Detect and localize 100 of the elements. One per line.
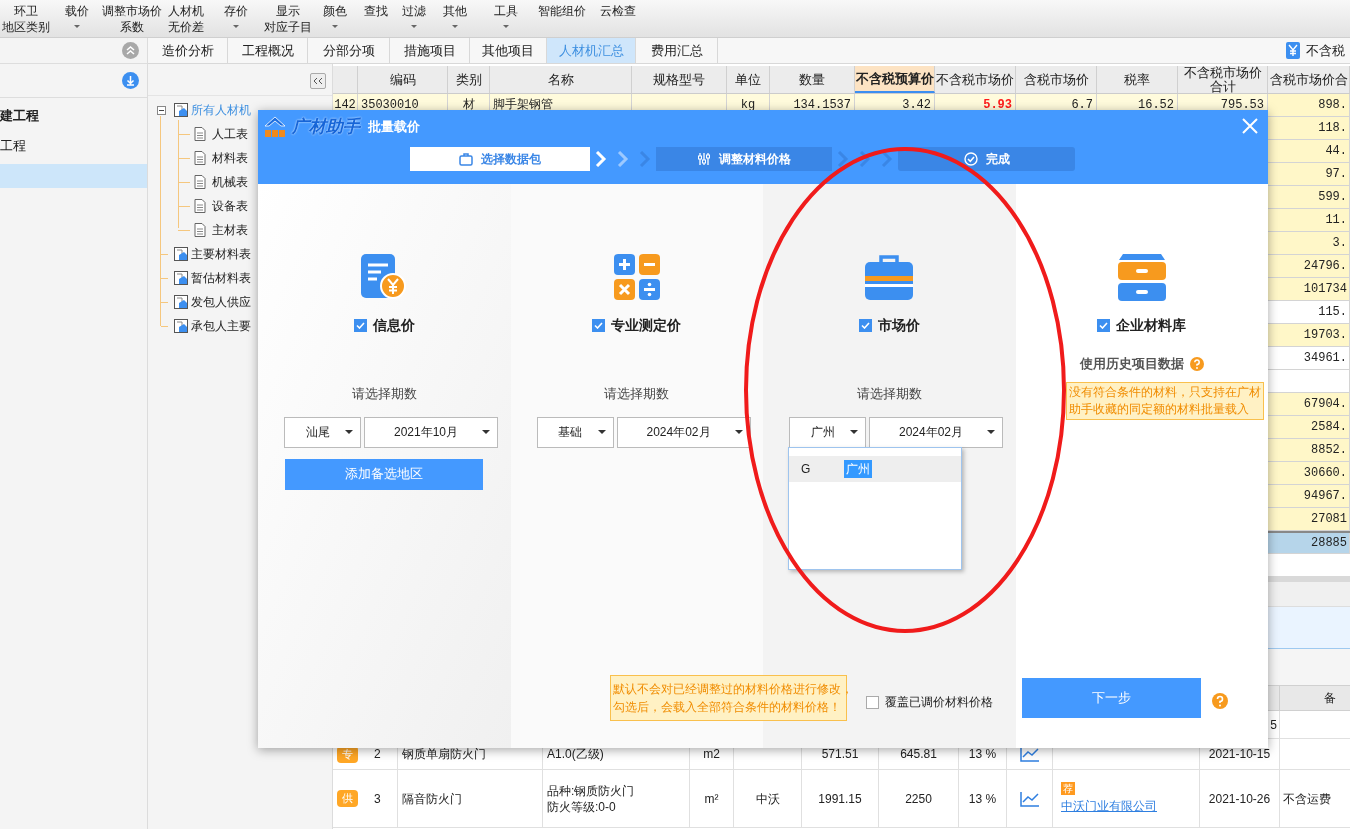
tree-item[interactable]: 暂估材料表 xyxy=(191,269,251,287)
tab[interactable]: 费用汇总 xyxy=(636,38,718,63)
double-chevron-icon xyxy=(313,76,323,85)
table-cell: 11. xyxy=(1268,209,1350,231)
period-label: 请选择期数 xyxy=(604,385,670,403)
tab[interactable]: 分部分项 xyxy=(308,38,390,63)
toolbar-button[interactable]: 显示 对应子目 xyxy=(261,0,314,37)
toolbar-button[interactable]: 环卫 地区类别 xyxy=(0,0,51,37)
dropdown-arrow-icon xyxy=(849,429,859,435)
step[interactable]: 完成 xyxy=(898,147,1075,171)
checkbox[interactable] xyxy=(592,318,606,332)
table-cell: 599. xyxy=(1268,186,1350,208)
toolbar-button[interactable]: 颜色 xyxy=(314,0,356,37)
trend-chart-icon[interactable] xyxy=(1019,790,1040,807)
table-icon xyxy=(174,319,188,333)
tab[interactable]: 工程概况 xyxy=(228,38,308,63)
close-icon xyxy=(1242,118,1258,134)
dropdown-arrow-icon xyxy=(344,429,354,435)
checkbox[interactable] xyxy=(1097,318,1111,332)
column-header[interactable]: 税率 xyxy=(1097,66,1178,93)
select-field[interactable]: 2024年02月 xyxy=(869,416,1003,448)
checkbox-label[interactable]: 覆盖已调价材料价格 xyxy=(885,693,993,711)
column-header[interactable]: 编码 xyxy=(358,66,448,93)
collapse-box-icon[interactable] xyxy=(156,105,166,115)
tree-item[interactable]: 材料表 xyxy=(212,149,248,167)
check-circle-icon xyxy=(963,152,978,166)
toolbar-button[interactable]: 工具 xyxy=(477,0,534,37)
column-header[interactable]: 不含税市场价合计 xyxy=(1178,66,1268,93)
toolbar-button[interactable]: 人材机 无价差 xyxy=(161,0,211,37)
step[interactable]: 调整材料价格 xyxy=(656,147,832,171)
toolbar-button[interactable]: 查找 xyxy=(356,0,395,37)
column-header[interactable]: 类别 xyxy=(448,66,490,93)
trend-chart-icon[interactable] xyxy=(1019,746,1040,762)
period-label: 请选择期数 xyxy=(351,385,417,403)
toolbar-button[interactable]: 其他 xyxy=(433,0,477,37)
tax-toggle-label[interactable]: 不含税 xyxy=(1306,40,1345,61)
table-icon xyxy=(174,295,188,309)
tax-rate-text: 13 % xyxy=(968,746,997,763)
toolbar-button[interactable]: 调整市场价 系数 xyxy=(103,0,161,37)
spec-text: 品种:钢质防火门 xyxy=(547,782,635,799)
step[interactable]: 选择数据包 xyxy=(410,147,590,171)
dropdown-option[interactable]: G 广州 xyxy=(789,456,961,482)
price-text: 645.81 xyxy=(900,746,937,763)
column-header[interactable]: 备 xyxy=(1280,686,1350,710)
column-header[interactable]: 不含税预算价 xyxy=(855,66,935,93)
collapse-button[interactable] xyxy=(310,72,326,89)
tree-item[interactable]: 设备表 xyxy=(212,197,248,215)
tooltip-text: 勾选后，会载入全部符合条件的材料价格！ xyxy=(613,699,842,716)
table-cell: 2584. xyxy=(1268,416,1350,438)
row-number: 2 xyxy=(374,746,381,763)
column-header[interactable]: 含税市场价 xyxy=(1016,66,1097,93)
close-button[interactable] xyxy=(1240,116,1260,136)
price-text: 1991.15 xyxy=(818,790,862,808)
tab[interactable]: 措施项目 xyxy=(390,38,470,63)
tree-item[interactable]: 承包人主要 xyxy=(191,317,251,335)
column-header[interactable]: 规格型号 xyxy=(632,66,727,93)
table-cell: 24796. xyxy=(1268,255,1350,277)
table-cell: 898. xyxy=(1268,94,1350,116)
badge: 荐 xyxy=(1061,782,1075,795)
tree-item[interactable]: 人工表 xyxy=(212,125,248,143)
row-number: 3 xyxy=(374,790,381,808)
supplier-link[interactable]: 中沃门业有限公司 xyxy=(1061,797,1157,815)
tree-item[interactable]: 主要材料表 xyxy=(191,245,251,263)
source-label: 市场价 xyxy=(877,315,920,335)
collapse-icon xyxy=(122,42,139,59)
select-field[interactable]: 2024年02月 xyxy=(616,416,751,448)
column-header[interactable]: 不含税市场价 xyxy=(935,66,1016,93)
sliders-icon xyxy=(697,152,711,166)
table-cell: 94967. xyxy=(1268,485,1350,507)
tab[interactable]: 造价分析 xyxy=(148,38,228,63)
tree-item[interactable]: 机械表 xyxy=(212,173,248,191)
help-icon xyxy=(1189,356,1204,371)
toolbar-button[interactable]: 过滤 xyxy=(395,0,433,37)
toolbar-button[interactable]: 载价 xyxy=(51,0,103,37)
file-icon xyxy=(194,223,206,237)
dialog-title: 批量载价 xyxy=(368,118,420,136)
table-cell: 101734 xyxy=(1268,278,1350,300)
project-item[interactable]: 建工程 xyxy=(0,104,147,128)
column-header[interactable]: 单位 xyxy=(727,66,770,93)
dropdown-arrow-icon xyxy=(481,429,491,435)
select-field[interactable]: 基础 xyxy=(536,416,614,448)
remark-text: 不含运费 xyxy=(1283,790,1331,808)
help-icon xyxy=(1212,693,1228,709)
checkbox[interactable] xyxy=(858,318,872,332)
toolbar-button[interactable]: 存价 xyxy=(211,0,261,37)
toolbar-button[interactable]: 智能组价 xyxy=(534,0,590,37)
column-header[interactable]: 含税市场价合 xyxy=(1268,66,1350,93)
project-item[interactable]: 工程 xyxy=(0,134,147,158)
table-icon xyxy=(174,271,188,285)
column-header[interactable]: 名称 xyxy=(490,66,632,93)
toolbar-button[interactable]: 云检查 xyxy=(590,0,645,37)
tree-item[interactable]: 发包人供应 xyxy=(191,293,251,311)
note-text: 助手收藏的同定额的材料批量载入 xyxy=(1069,400,1250,418)
select-field[interactable]: 汕尾 xyxy=(284,416,361,448)
checkbox[interactable] xyxy=(353,318,367,332)
chevron-icon xyxy=(859,151,871,167)
tree-item[interactable]: 主材表 xyxy=(212,221,248,239)
select-field[interactable]: 2021年10月 xyxy=(364,416,498,448)
select-field[interactable]: 广州 xyxy=(789,416,866,448)
period-label: 请选择期数 xyxy=(856,385,922,403)
